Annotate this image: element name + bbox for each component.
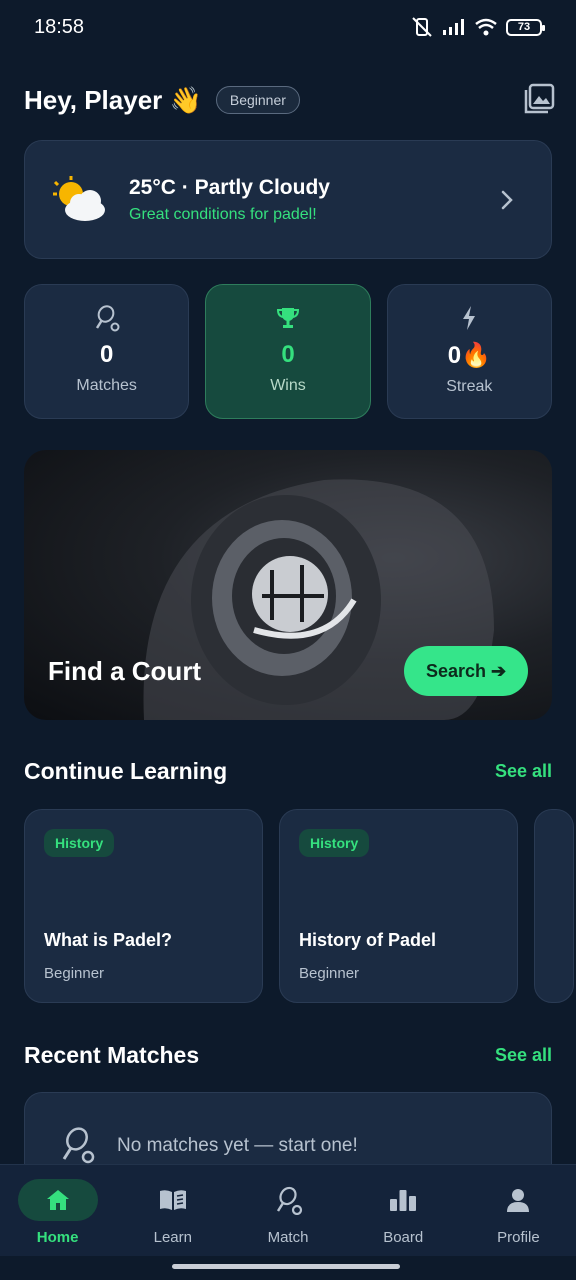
stat-streak[interactable]: 0🔥 Streak — [386, 284, 552, 419]
course-card[interactable]: History What is Padel? Beginner — [24, 809, 263, 1003]
stat-wins[interactable]: 0 Wins — [205, 284, 371, 419]
gesture-bar — [172, 1264, 400, 1269]
nav-profile[interactable]: Profile — [461, 1165, 576, 1256]
wifi-icon — [475, 18, 497, 36]
signal-icon — [443, 19, 464, 35]
nav-home[interactable]: Home — [0, 1165, 115, 1256]
home-icon — [46, 1190, 69, 1210]
empty-message: No matches yet — start one! — [117, 1135, 358, 1156]
stats-row: 0 Matches 0 Wins 0🔥 Streak — [24, 284, 552, 419]
see-all-link[interactable]: See all — [495, 761, 552, 782]
greeting-text: Hey, Player 👋 — [24, 84, 202, 115]
weather-card[interactable]: 25°C · Partly Cloudy Great conditions fo… — [24, 140, 552, 259]
bottom-navigation: Home Learn Match Board Profile — [0, 1164, 576, 1256]
course-title: What is Padel? — [44, 930, 173, 950]
learning-section-header: Continue Learning See all — [24, 758, 552, 785]
stat-label: Streak — [446, 378, 493, 395]
see-all-link[interactable]: See all — [495, 1045, 552, 1066]
nav-label: Board — [383, 1229, 424, 1246]
course-title: History of Padel — [299, 930, 437, 950]
stat-label: Wins — [270, 377, 306, 394]
course-level: Beginner — [299, 965, 360, 982]
stat-label: Matches — [76, 377, 137, 394]
nav-label: Profile — [497, 1229, 540, 1246]
course-card-partial[interactable] — [534, 809, 574, 1003]
gallery-icon[interactable] — [522, 82, 556, 116]
trophy-icon — [276, 308, 299, 328]
bolt-icon — [463, 306, 476, 330]
stat-value: 0🔥 — [447, 342, 491, 369]
status-bar: 18:58 73 — [0, 0, 576, 54]
status-time: 18:58 — [34, 15, 85, 38]
matches-section-header: Recent Matches See all — [24, 1042, 552, 1069]
course-tag: History — [299, 829, 370, 857]
racket-icon — [62, 1127, 95, 1164]
section-title: Continue Learning — [24, 758, 228, 784]
person-icon — [507, 1189, 530, 1212]
section-title: Recent Matches — [24, 1042, 200, 1068]
greeting-header: Hey, Player 👋 Beginner — [24, 80, 556, 120]
nav-match[interactable]: Match — [230, 1165, 345, 1256]
bar-chart-icon — [390, 1190, 417, 1211]
find-court-banner[interactable]: Find a Court Search ➔ — [24, 450, 552, 720]
vibrate-off-icon — [412, 17, 432, 37]
nav-board[interactable]: Board — [346, 1165, 461, 1256]
book-icon — [159, 1190, 186, 1210]
nav-learn[interactable]: Learn — [115, 1165, 230, 1256]
nav-label: Home — [36, 1229, 79, 1246]
stat-value: 0 — [281, 341, 295, 368]
nav-label: Match — [267, 1229, 309, 1246]
search-button[interactable]: Search ➔ — [404, 646, 528, 696]
nav-label: Learn — [153, 1229, 192, 1246]
partly-cloudy-icon — [51, 175, 107, 224]
course-card[interactable]: History History of Padel Beginner — [279, 809, 518, 1003]
racket-icon — [95, 305, 120, 332]
banner-title: Find a Court — [48, 656, 202, 686]
stat-matches[interactable]: 0 Matches — [24, 284, 190, 419]
course-tag: History — [44, 829, 115, 857]
weather-title: 25°C · Partly Cloudy — [129, 175, 330, 199]
level-badge: Beginner — [215, 86, 300, 114]
course-level: Beginner — [44, 965, 105, 982]
racket-icon — [276, 1186, 303, 1215]
battery-indicator: 73 — [506, 18, 545, 36]
weather-subtitle: Great conditions for padel! — [129, 205, 317, 223]
chevron-right-icon[interactable] — [497, 189, 517, 211]
course-carousel[interactable]: History What is Padel? Beginner History … — [24, 809, 576, 1003]
stat-value: 0 — [99, 341, 114, 368]
system-icons: 73 — [410, 16, 545, 38]
